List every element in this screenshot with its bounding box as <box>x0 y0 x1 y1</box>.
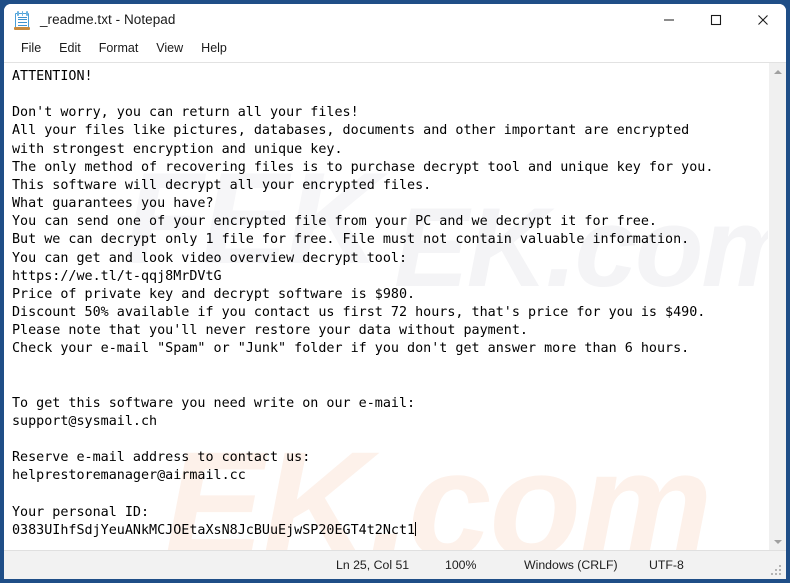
notepad-window: _readme.txt - Notepad File Edit Format V… <box>0 0 790 583</box>
menu-bar: File Edit Format View Help <box>4 36 786 62</box>
document-line <box>12 431 768 449</box>
scrollbar-track[interactable] <box>769 80 786 533</box>
document-line: with strongest encryption and unique key… <box>12 141 343 157</box>
scroll-up-arrow-icon[interactable] <box>769 63 786 80</box>
document-line <box>12 377 768 395</box>
document-line: ATTENTION! <box>12 69 93 84</box>
resize-grip-icon[interactable] <box>770 564 781 575</box>
title-bar[interactable]: _readme.txt - Notepad <box>4 4 786 36</box>
document-line: Reserve e-mail address to contact us: <box>12 450 311 466</box>
text-caret <box>415 521 417 536</box>
status-zoom-level[interactable]: 100% <box>445 559 524 572</box>
document-line: 0383UIhfSdjYeuANkMCJOEtaXsN8JcBUuEjwSP20… <box>12 521 417 538</box>
document-line <box>12 86 768 104</box>
scroll-down-arrow-icon[interactable] <box>769 533 786 550</box>
document-line: helprestoremanager@airmail.cc <box>12 468 246 484</box>
document-line: You can send one of your encrypted file … <box>12 214 657 230</box>
document-text[interactable]: ATTENTION! Don't worry, you can return a… <box>4 63 768 540</box>
editor-area: FEK EK.com EK.com ATTENTION! Don't worry… <box>4 62 786 550</box>
status-encoding[interactable]: UTF-8 <box>649 559 749 572</box>
document-line: Price of private key and decrypt softwar… <box>12 286 416 302</box>
maximize-button[interactable] <box>692 4 739 36</box>
document-line: Check your e-mail "Spam" or "Junk" folde… <box>12 341 690 357</box>
document-line: This software will decrypt all your encr… <box>12 177 432 193</box>
notepad-icon <box>14 10 31 30</box>
vertical-scrollbar[interactable] <box>768 63 786 550</box>
document-line: To get this software you need write on o… <box>12 395 416 411</box>
window-inner: _readme.txt - Notepad File Edit Format V… <box>4 4 786 579</box>
document-line: All your files like pictures, databases,… <box>12 123 690 139</box>
minimize-button[interactable] <box>645 4 692 36</box>
menu-item-edit[interactable]: Edit <box>50 39 90 59</box>
menu-item-format[interactable]: Format <box>90 39 148 59</box>
menu-item-help[interactable]: Help <box>192 39 236 59</box>
document-line: You can get and look video overview decr… <box>12 250 408 266</box>
status-line-ending[interactable]: Windows (CRLF) <box>524 559 649 572</box>
menu-item-view[interactable]: View <box>147 39 192 59</box>
document-line: https://we.tl/t-qqj8MrDVtG <box>12 268 222 284</box>
document-line <box>12 359 768 377</box>
title-bar-left: _readme.txt - Notepad <box>4 4 645 36</box>
document-line: Discount 50% available if you contact us… <box>12 305 706 321</box>
text-editor[interactable]: FEK EK.com EK.com ATTENTION! Don't worry… <box>4 63 768 550</box>
document-line: The only method of recovering files is t… <box>12 159 714 175</box>
document-line: Your personal ID: <box>12 504 150 520</box>
document-line <box>12 486 768 504</box>
document-line: support@sysmail.ch <box>12 413 158 429</box>
menu-item-file[interactable]: File <box>12 39 50 59</box>
status-bar: Ln 25, Col 51 100% Windows (CRLF) UTF-8 <box>4 550 786 579</box>
close-button[interactable] <box>739 4 786 36</box>
document-line: Don't worry, you can return all your fil… <box>12 105 359 121</box>
document-line: What guarantees you have? <box>12 196 214 212</box>
window-controls <box>645 4 786 36</box>
document-line: Please note that you'll never restore yo… <box>12 323 528 339</box>
document-line: But we can decrypt only 1 file for free.… <box>12 232 690 248</box>
window-title: _readme.txt - Notepad <box>40 12 176 28</box>
status-cursor-position: Ln 25, Col 51 <box>336 557 410 572</box>
